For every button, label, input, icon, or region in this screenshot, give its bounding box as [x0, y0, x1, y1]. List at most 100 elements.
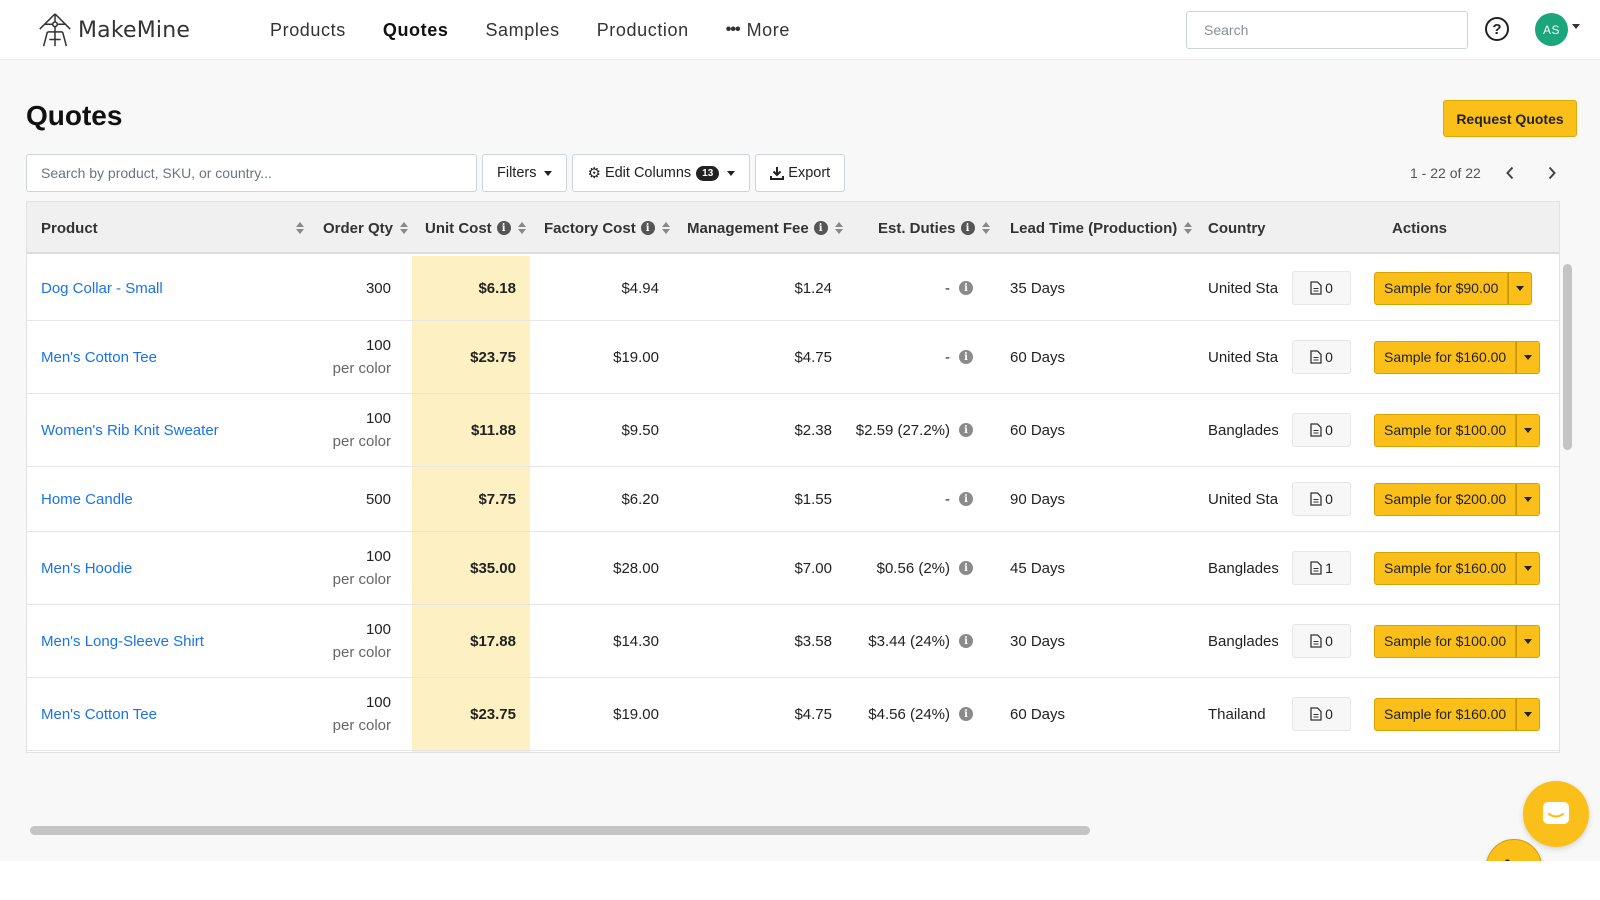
sample-button[interactable]: Sample for $100.00: [1374, 624, 1517, 658]
sort-icon: [1184, 222, 1193, 234]
sample-button[interactable]: Sample for $160.00: [1374, 340, 1517, 374]
sample-dropdown-caret-icon[interactable]: [1516, 413, 1541, 447]
table-row: Women's Rib Knit Sweater 100 per color $11.…: [27, 394, 1559, 467]
documents-count: 0: [1325, 706, 1333, 722]
sample-button[interactable]: Sample for $90.00: [1374, 271, 1509, 305]
sort-icon: [834, 222, 843, 234]
pagination: 1 - 22 of 22: [1410, 154, 1567, 192]
documents-button[interactable]: 0: [1292, 413, 1351, 447]
product-link[interactable]: Home Candle: [41, 491, 133, 508]
documents-button[interactable]: 0: [1292, 697, 1351, 731]
quotes-search-input[interactable]: [26, 154, 477, 192]
col-header-order-qty[interactable]: Order Qty: [323, 202, 409, 254]
table-toolbar: Filters ⚙ Edit Columns 13 Export: [26, 154, 846, 192]
documents-button[interactable]: 0: [1292, 482, 1351, 516]
nav-production[interactable]: Production: [597, 20, 689, 41]
duty-info-icon[interactable]: i: [959, 492, 973, 506]
documents-count: 0: [1325, 491, 1333, 507]
management-fee-value: $2.38: [794, 421, 832, 439]
table-row: Men's Cotton Tee 100 per color $23.75 $19.00…: [27, 678, 1559, 751]
edit-columns-button[interactable]: ⚙ Edit Columns 13: [572, 154, 751, 192]
col-header-country[interactable]: Country: [1208, 202, 1266, 254]
management-fee-value: $7.00: [794, 559, 832, 577]
avatar-caret-down-icon[interactable]: [1572, 24, 1580, 29]
est-duties: $2.59 (27.2%) i: [856, 422, 973, 439]
prev-page-chevron-left-icon[interactable]: [1495, 158, 1525, 188]
documents-button[interactable]: 0: [1292, 624, 1351, 658]
sample-dropdown-caret-icon[interactable]: [1516, 624, 1541, 658]
sample-button-group: Sample for $100.00: [1374, 413, 1541, 447]
documents-button[interactable]: 1: [1292, 551, 1351, 585]
info-icon[interactable]: i: [640, 221, 655, 235]
unit-cost-value: $7.75: [478, 490, 516, 508]
documents-button[interactable]: 0: [1292, 271, 1351, 305]
main-content: Quotes Request Quotes Filters ⚙ Edit Col…: [0, 61, 1600, 895]
quotes-table: Product Order Qty Unit Cost i Factory Co…: [26, 201, 1560, 753]
management-fee-value: $1.24: [794, 279, 832, 297]
duty-info-icon[interactable]: i: [959, 281, 973, 295]
sort-icon: [400, 222, 409, 234]
product-link[interactable]: Women's Rib Knit Sweater: [41, 422, 219, 439]
col-header-factory-cost[interactable]: Factory Cost i: [544, 202, 670, 254]
col-header-product[interactable]: Product: [41, 202, 304, 254]
duty-info-icon[interactable]: i: [959, 423, 973, 437]
main-nav: Products Quotes Samples Production ••• M…: [270, 0, 827, 60]
sample-dropdown-caret-icon[interactable]: [1508, 271, 1533, 305]
sample-dropdown-caret-icon[interactable]: [1516, 697, 1541, 731]
duty-info-icon[interactable]: i: [959, 350, 973, 364]
table-header: Product Order Qty Unit Cost i Factory Co…: [27, 202, 1559, 254]
duty-info-icon[interactable]: i: [959, 707, 973, 721]
col-header-est-duties[interactable]: Est. Duties i: [878, 202, 990, 254]
country-value: Bangladesh: [1208, 632, 1278, 650]
info-icon[interactable]: i: [960, 221, 975, 235]
order-qty-value: 100: [365, 410, 391, 427]
col-header-management-fee[interactable]: Management Fee i: [687, 202, 843, 254]
nav-products[interactable]: Products: [270, 20, 346, 41]
user-avatar[interactable]: AS: [1535, 13, 1568, 46]
help-icon[interactable]: ?: [1485, 17, 1509, 41]
horizontal-scrollbar[interactable]: [30, 826, 1090, 835]
order-qty-value: 100: [365, 621, 391, 638]
documents-button[interactable]: 0: [1292, 340, 1351, 374]
export-button[interactable]: Export: [755, 154, 846, 192]
sample-dropdown-caret-icon[interactable]: [1516, 482, 1541, 516]
col-label: Est. Duties: [878, 219, 956, 237]
sample-dropdown-caret-icon[interactable]: [1516, 551, 1541, 585]
global-search-input[interactable]: [1186, 11, 1468, 49]
nav-quotes[interactable]: Quotes: [383, 20, 449, 41]
logo[interactable]: MakeMine: [36, 10, 190, 50]
document-icon: [1310, 423, 1322, 437]
est-duties-value: $3.44 (24%): [868, 632, 950, 650]
col-header-unit-cost[interactable]: Unit Cost i: [425, 202, 526, 254]
sample-button[interactable]: Sample for $200.00: [1374, 482, 1517, 516]
product-link[interactable]: Men's Hoodie: [41, 560, 132, 577]
sample-button[interactable]: Sample for $160.00: [1374, 551, 1517, 585]
info-icon[interactable]: i: [813, 221, 828, 235]
sample-button[interactable]: Sample for $100.00: [1374, 413, 1517, 447]
request-quotes-button[interactable]: Request Quotes: [1443, 100, 1577, 137]
order-qty-value: 100: [365, 694, 391, 711]
product-link[interactable]: Men's Cotton Tee: [41, 706, 157, 723]
factory-cost-value: $19.00: [613, 348, 659, 366]
sample-dropdown-caret-icon[interactable]: [1516, 340, 1541, 374]
col-header-lead-time[interactable]: Lead Time (Production): [1010, 202, 1193, 254]
order-qty-value: 300: [365, 279, 391, 297]
nav-more[interactable]: ••• More: [726, 20, 790, 41]
product-link[interactable]: Men's Long-Sleeve Shirt: [41, 633, 204, 650]
next-page-chevron-right-icon[interactable]: [1537, 158, 1567, 188]
lead-time-value: 60 Days: [1010, 348, 1066, 366]
duty-info-icon[interactable]: i: [959, 561, 973, 575]
filters-button[interactable]: Filters: [482, 154, 568, 192]
document-icon: [1310, 492, 1322, 506]
duty-info-icon[interactable]: i: [959, 634, 973, 648]
product-link[interactable]: Dog Collar - Small: [41, 280, 163, 297]
product-link[interactable]: Men's Cotton Tee: [41, 349, 157, 366]
unit-cost-value: $23.75: [470, 705, 516, 723]
chat-button[interactable]: [1523, 781, 1589, 847]
sample-button[interactable]: Sample for $160.00: [1374, 697, 1517, 731]
vertical-scrollbar[interactable]: [1563, 264, 1572, 450]
info-icon[interactable]: i: [496, 221, 511, 235]
table-row: Men's Cotton Tee 100 per color $23.75 $19.00…: [27, 321, 1559, 394]
nav-samples[interactable]: Samples: [485, 20, 559, 41]
country-value: United States: [1208, 490, 1278, 508]
